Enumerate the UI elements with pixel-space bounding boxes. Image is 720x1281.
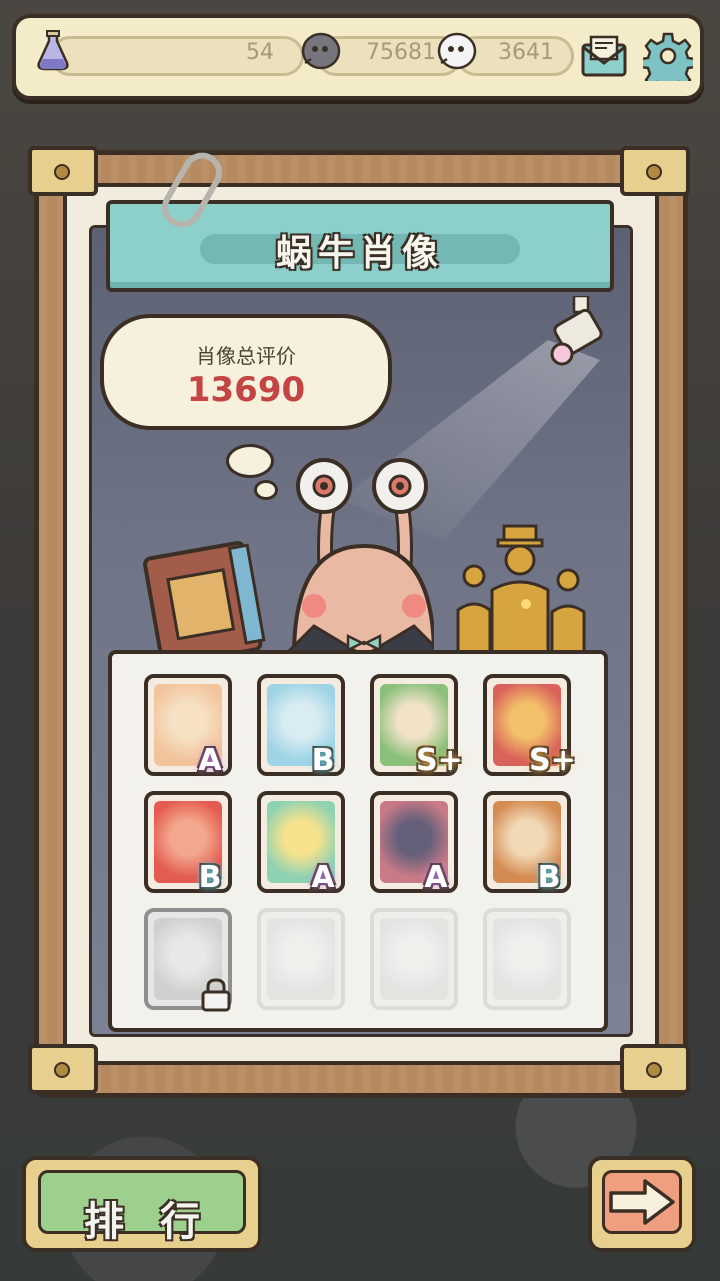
potion-icon (28, 26, 78, 76)
card-art (380, 918, 448, 1000)
white-shell-icon (432, 26, 482, 76)
portrait-card-tiger[interactable]: B (483, 791, 571, 895)
thought-puff-large (226, 444, 274, 478)
rank-button-face: 排行 (38, 1170, 246, 1245)
portrait-card-blob[interactable] (483, 908, 571, 1010)
snail-character (280, 456, 448, 658)
rank-button[interactable]: 排行 (22, 1156, 262, 1252)
card-grade-badge: B (311, 743, 335, 778)
card-grade-badge: S+ (529, 743, 576, 778)
card-grade-badge: S+ (416, 743, 463, 778)
portrait-card-red-crab[interactable]: B (144, 791, 232, 895)
gear-icon[interactable] (640, 28, 696, 84)
card-grade-badge: B (537, 860, 561, 895)
dark-shell-count: 75681 (366, 40, 436, 65)
resource-bar: 54 75681 3641 (12, 14, 704, 100)
thought-puff-small (254, 480, 278, 500)
portrait-card-green-cap-guy[interactable]: S+ (370, 674, 463, 778)
frame-corner-br (620, 1044, 690, 1094)
arrow-right-icon (609, 1179, 675, 1225)
card-grade-badge: B (198, 860, 222, 895)
frame-corner-tl (28, 146, 98, 196)
portrait-card-spore[interactable] (257, 908, 345, 1010)
next-button-face (602, 1170, 682, 1234)
frame-corner-bl (28, 1044, 98, 1094)
page-title: 蜗牛肖像 (275, 233, 444, 274)
card-art (493, 918, 561, 1000)
portrait-card-machine[interactable] (144, 908, 232, 1012)
card-art (267, 918, 335, 1000)
mail-icon[interactable] (576, 28, 632, 84)
next-button[interactable] (588, 1156, 696, 1252)
dark-shell-icon (296, 26, 346, 76)
card-grade-badge: A (198, 743, 222, 778)
frame-corner-tr (620, 146, 690, 196)
white-shell-count: 3641 (498, 40, 554, 65)
rank-button-label: 排行 (84, 1199, 236, 1245)
potion-count: 54 (246, 40, 274, 65)
card-grade-badge: A (311, 860, 335, 895)
portrait-card-rock-flower[interactable] (370, 908, 458, 1010)
portrait-card-cyan-girl[interactable]: B (257, 674, 345, 778)
portrait-card-snail[interactable]: A (144, 674, 232, 778)
score-value: 13690 (186, 370, 306, 410)
spotlight-icon (548, 294, 610, 370)
score-bubble: 肖像总评价 13690 (100, 314, 392, 430)
portrait-card-rainbow-gem[interactable]: A (257, 791, 345, 895)
portrait-album-icon (142, 540, 272, 667)
score-label: 肖像总评价 (196, 344, 296, 368)
portrait-card-bearded-king[interactable]: S+ (483, 674, 576, 778)
lock-icon (200, 978, 232, 1012)
card-grade-badge: A (424, 860, 448, 895)
portrait-card-brain-mask[interactable]: A (370, 791, 458, 895)
golden-statue-icon (440, 520, 600, 662)
